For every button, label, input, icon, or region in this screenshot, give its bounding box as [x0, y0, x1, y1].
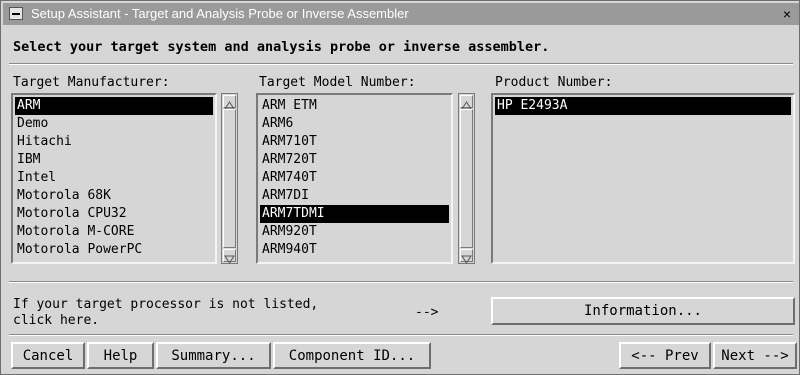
list-item-manufacturer[interactable]: IBM	[15, 151, 213, 169]
not-listed-text: If your target processor is not listed,	[13, 297, 319, 312]
divider-bottom	[9, 334, 793, 336]
arrow-text: -->	[415, 305, 439, 320]
list-item-model[interactable]: ARM940T	[260, 241, 449, 259]
next-button[interactable]: Next -->	[713, 342, 797, 369]
instruction-text: Select your target system and analysis p…	[13, 39, 550, 55]
window-title: Setup Assistant - Target and Analysis Pr…	[31, 6, 409, 21]
list-item-model[interactable]: ARM ETM	[260, 97, 449, 115]
list-item-manufacturer[interactable]: Hitachi	[15, 133, 213, 151]
list-item-manufacturer[interactable]: ARM	[15, 97, 213, 115]
cancel-button[interactable]: Cancel	[11, 342, 85, 369]
information-button[interactable]: Information...	[491, 297, 795, 325]
product-label: Product Number:	[495, 75, 613, 90]
scroll-thumb[interactable]	[460, 109, 473, 248]
arrow-down-icon	[224, 255, 235, 264]
list-item-model[interactable]: ARM720T	[260, 151, 449, 169]
list-item-model[interactable]: ARM7TDMI	[260, 205, 449, 223]
manufacturer-scrollbar[interactable]	[221, 93, 238, 264]
manufacturer-label: Target Manufacturer:	[13, 75, 170, 90]
list-item-manufacturer[interactable]: Motorola PowerPC	[15, 241, 213, 259]
title-bar[interactable]: Setup Assistant - Target and Analysis Pr…	[3, 3, 799, 25]
list-item-model[interactable]: ARM710T	[260, 133, 449, 151]
scroll-down-button[interactable]	[460, 249, 473, 264]
divider-middle	[9, 281, 793, 283]
help-button[interactable]: Help	[87, 342, 154, 369]
setup-assistant-window: Setup Assistant - Target and Analysis Pr…	[0, 0, 800, 375]
window-menu-icon[interactable]	[9, 7, 23, 20]
product-list[interactable]: HP E2493A	[491, 93, 795, 264]
list-item-manufacturer[interactable]: Motorola 68K	[15, 187, 213, 205]
divider-top	[9, 63, 793, 65]
not-listed-text: click here.	[13, 313, 100, 328]
arrow-down-icon	[461, 255, 472, 264]
list-item-model[interactable]: ARM6	[260, 115, 449, 133]
scroll-up-button[interactable]	[460, 95, 473, 110]
model-scrollbar[interactable]	[458, 93, 475, 264]
list-item-manufacturer[interactable]: Demo	[15, 115, 213, 133]
list-item-manufacturer[interactable]: Motorola M-CORE	[15, 223, 213, 241]
list-item-model[interactable]: ARM920T	[260, 223, 449, 241]
list-item-model[interactable]: ARM7DI	[260, 187, 449, 205]
list-item-manufacturer[interactable]: Intel	[15, 169, 213, 187]
list-item-model[interactable]: ARM740T	[260, 169, 449, 187]
manufacturer-list[interactable]: ARM Demo Hitachi IBM Intel Motorola 68K …	[11, 93, 217, 264]
summary-button[interactable]: Summary...	[156, 342, 271, 369]
model-list[interactable]: ARM ETM ARM6 ARM710T ARM720T ARM740T ARM…	[256, 93, 453, 264]
close-icon[interactable]: ×	[779, 6, 795, 22]
scroll-down-button[interactable]	[223, 249, 236, 264]
scroll-up-button[interactable]	[223, 95, 236, 110]
list-item-manufacturer[interactable]: Motorola CPU32	[15, 205, 213, 223]
model-label: Target Model Number:	[259, 75, 416, 90]
scroll-thumb[interactable]	[223, 109, 236, 248]
prev-button[interactable]: <-- Prev	[619, 342, 711, 369]
component-id-button[interactable]: Component ID...	[273, 342, 431, 369]
list-item-product[interactable]: HP E2493A	[495, 97, 791, 115]
